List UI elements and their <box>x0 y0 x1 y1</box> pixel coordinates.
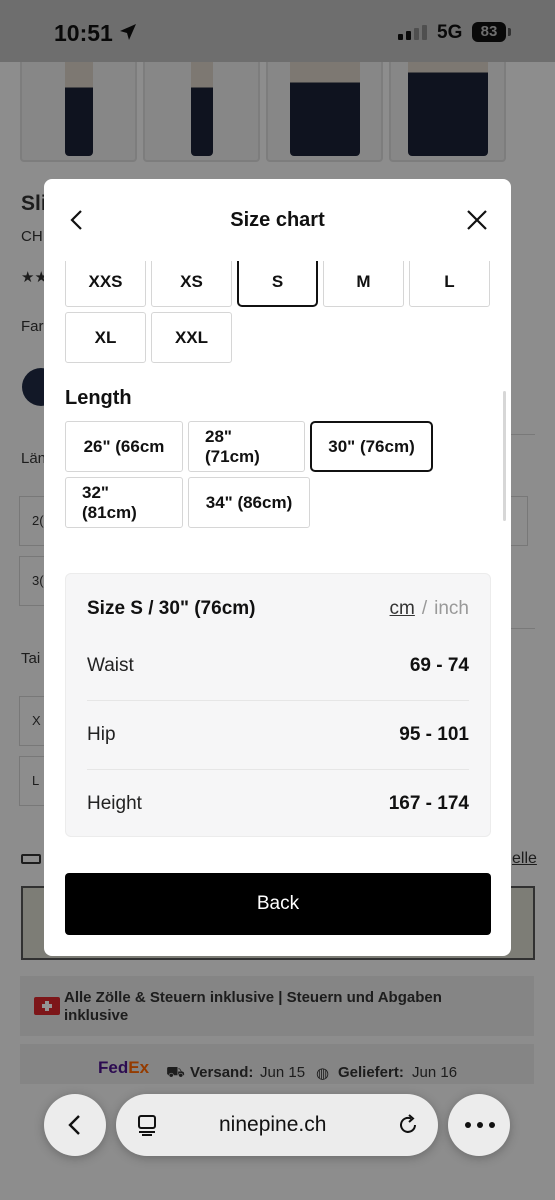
length-option-26[interactable]: 26" (66cm <box>65 421 183 472</box>
modal-title: Size chart <box>230 209 325 231</box>
length-option-32[interactable]: 32" (81cm) <box>65 477 183 528</box>
length-options: 26" (66cm 28" (71cm) 30" (76cm) 32" (81c… <box>65 421 495 528</box>
size-option-xxs[interactable]: XXS <box>65 261 146 307</box>
length-label: Length <box>65 387 132 409</box>
size-chart-scroll-area[interactable]: XXS XS S M L XL XXL Length 26" (66cm 28"… <box>44 261 511 856</box>
unit-cm-toggle[interactable]: cm <box>390 598 415 619</box>
close-icon[interactable] <box>465 208 489 232</box>
measurements-title: Size S / 30" (76cm) <box>87 598 256 619</box>
length-option-30[interactable]: 30" (76cm) <box>310 421 433 472</box>
size-chart-modal: Size chart XXS XS S M L XL XXL Length 26… <box>44 179 511 956</box>
browser-toolbar: ninepine.ch <box>0 1072 555 1200</box>
address-bar[interactable]: ninepine.ch <box>116 1094 438 1156</box>
measurement-row-waist: Waist 69 - 74 <box>87 655 469 676</box>
back-button[interactable]: Back <box>65 873 491 935</box>
size-options: XXS XS S M L XL XXL <box>65 261 493 363</box>
url-text: ninepine.ch <box>219 1113 327 1136</box>
size-option-xs[interactable]: XS <box>151 261 232 307</box>
reload-icon[interactable] <box>396 1113 420 1137</box>
chevron-left-icon <box>68 1115 80 1135</box>
scrollbar[interactable] <box>503 391 506 521</box>
length-option-28[interactable]: 28" (71cm) <box>188 421 305 472</box>
modal-header: Size chart <box>44 179 511 261</box>
unit-inch-toggle[interactable]: inch <box>434 598 469 619</box>
size-option-s[interactable]: S <box>237 261 318 307</box>
size-measurements-card: Size S / 30" (76cm) cm / inch Waist 69 - 7… <box>65 573 491 837</box>
length-option-34[interactable]: 34" (86cm) <box>188 477 310 528</box>
measurement-row-height: Height 167 - 174 <box>87 793 469 814</box>
unit-toggle: cm / inch <box>389 598 469 619</box>
browser-back-button[interactable] <box>44 1094 106 1156</box>
size-option-xxl[interactable]: XXL <box>151 312 232 363</box>
size-option-m[interactable]: M <box>323 261 404 307</box>
measurement-row-hip: Hip 95 - 101 <box>87 724 469 745</box>
size-option-xl[interactable]: XL <box>65 312 146 363</box>
size-option-l[interactable]: L <box>409 261 490 307</box>
more-options-button[interactable] <box>448 1094 510 1156</box>
page-menu-icon[interactable] <box>136 1114 158 1136</box>
more-dots-icon <box>465 1122 495 1128</box>
